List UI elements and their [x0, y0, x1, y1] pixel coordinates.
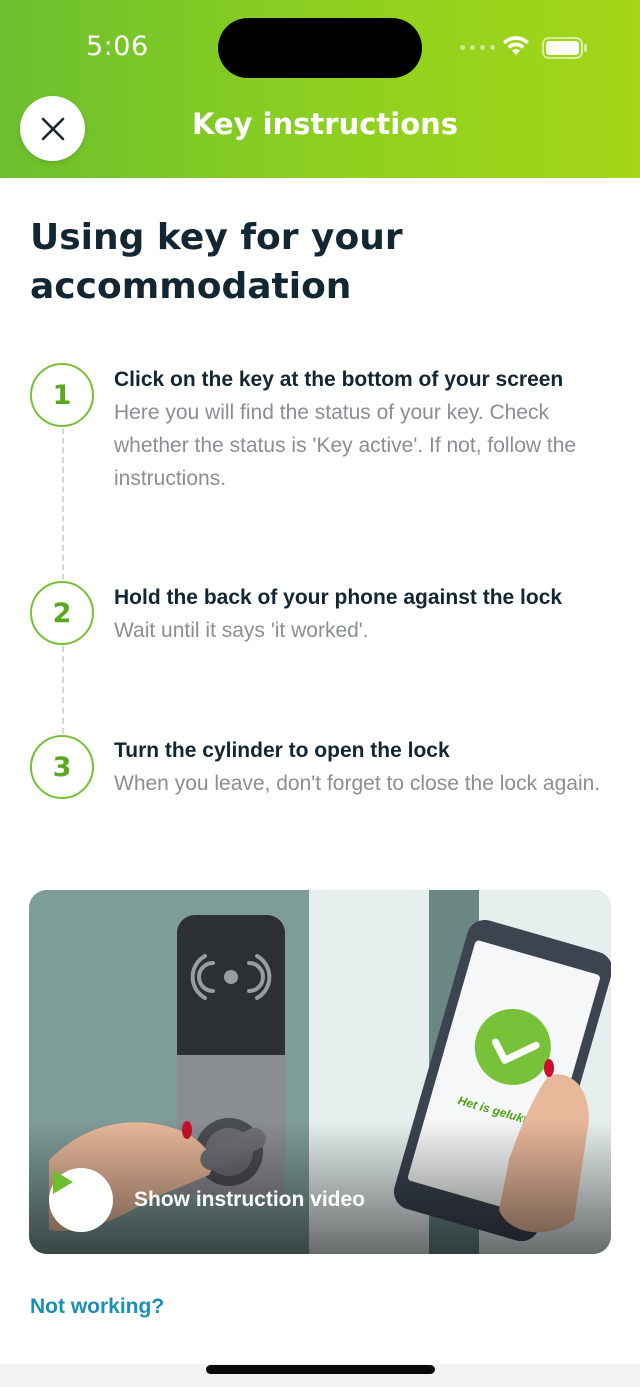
- status-time: 5:06: [86, 31, 149, 62]
- home-indicator[interactable]: [206, 1365, 435, 1374]
- not-working-link[interactable]: Not working?: [30, 1295, 164, 1319]
- battery-icon: [542, 37, 587, 59]
- wifi-icon: [503, 36, 529, 55]
- step-connector: [62, 646, 64, 734]
- step-number-badge: 1: [30, 363, 94, 427]
- cellular-signal-icon: [460, 45, 495, 50]
- step-connector: [62, 428, 64, 580]
- header-bar: 5:06 Key instructions: [0, 0, 640, 178]
- step-title: Click on the key at the bottom of your s…: [114, 368, 564, 391]
- play-icon: [53, 1170, 73, 1194]
- step-description: Here you will find the status of your ke…: [114, 401, 577, 490]
- dynamic-island: [218, 18, 422, 78]
- step-title: Turn the cylinder to open the lock: [114, 739, 450, 762]
- step-title: Hold the back of your phone against the …: [114, 586, 563, 609]
- play-button[interactable]: [49, 1168, 113, 1232]
- step-number-badge: 2: [30, 581, 94, 645]
- step-description: Wait until it says 'it worked'.: [114, 619, 369, 642]
- step-description: When you leave, don't forget to close th…: [114, 772, 601, 795]
- page-title: Using key for your accommodation: [30, 217, 403, 307]
- instruction-video-card[interactable]: Het is gelukt! Show instruction video: [29, 890, 611, 1254]
- header-title: Key instructions: [191, 107, 459, 141]
- video-label: Show instruction video: [134, 1188, 366, 1211]
- step-number-badge: 3: [30, 735, 94, 799]
